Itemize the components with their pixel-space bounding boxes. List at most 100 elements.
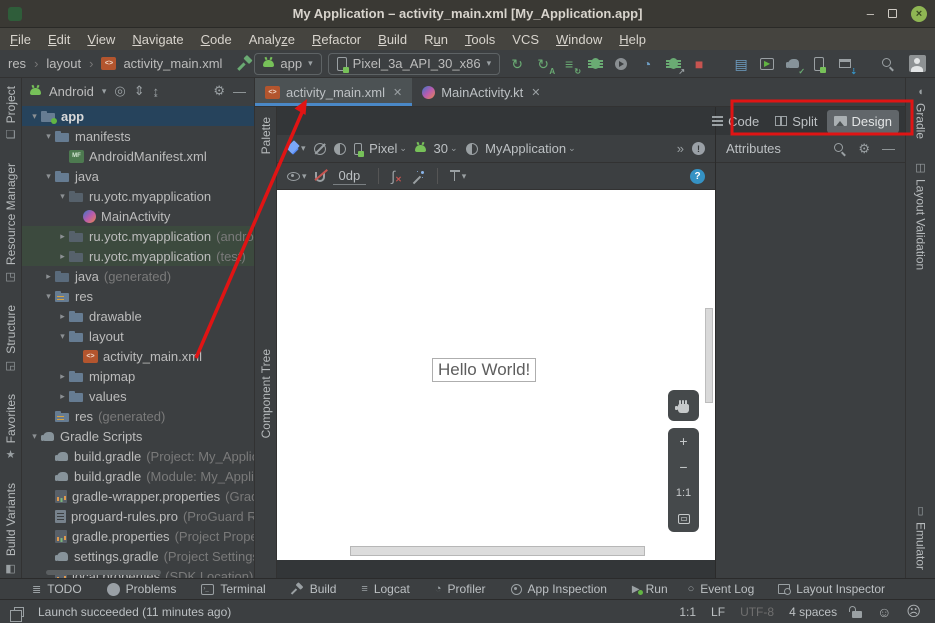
api-level-menu[interactable]: 30⌄ <box>415 141 458 156</box>
avd-manager-button[interactable]: ▶ <box>756 53 778 75</box>
help-icon[interactable]: ? <box>690 169 705 184</box>
project-view-selector[interactable]: Android <box>49 84 94 99</box>
tree-row[interactable]: gradle-wrapper.properties (Gradle Versio… <box>22 486 254 506</box>
tool-tab-layout-validation[interactable]: ◫ Layout Validation <box>914 161 928 270</box>
tree-chevron[interactable]: ▾ <box>42 131 55 142</box>
tool-tab-favorites[interactable]: Favorites ★ <box>4 394 18 461</box>
hide-panel-button[interactable]: — <box>882 141 895 156</box>
app-inspection-tab[interactable]: App Inspection <box>511 582 607 596</box>
close-tab-icon[interactable]: ✕ <box>393 86 402 99</box>
menu-item[interactable]: Navigate <box>132 32 183 47</box>
tree-row[interactable]: ▾ ru.yotc.myapplication <box>22 186 254 206</box>
night-mode-button[interactable] <box>334 143 346 155</box>
pan-button[interactable] <box>668 390 699 421</box>
theme-menu[interactable]: MyApplication⌄ <box>466 141 576 156</box>
event-log-button[interactable]: ○ Event Log <box>688 582 755 596</box>
menu-item[interactable]: Window <box>556 32 602 47</box>
restore-button[interactable] <box>888 9 897 18</box>
layers-button[interactable]: ▾ <box>287 143 306 155</box>
status-indicator[interactable]: LF <box>711 605 725 619</box>
tree-row[interactable]: build.gradle (Project: My_Application) <box>22 446 254 466</box>
tree-row[interactable]: ▾ app <box>22 106 254 126</box>
status-indicator[interactable]: 4 spaces <box>789 605 837 619</box>
component-tree-tab[interactable]: Component Tree <box>259 349 273 438</box>
errors-warnings-icon[interactable] <box>692 142 705 155</box>
menu-item[interactable]: Refactor <box>312 32 361 47</box>
settings-gear-icon[interactable]: ⚙ <box>213 83 225 99</box>
menu-item[interactable]: Build <box>378 32 407 47</box>
layout-inspector-button[interactable]: Layout Inspector <box>778 582 885 596</box>
tree-row[interactable]: settings.gradle (Project Settings) <box>22 546 254 566</box>
logcat-tab[interactable]: ≡ Logcat <box>361 582 409 596</box>
infer-constraints-button[interactable] <box>412 170 425 183</box>
device-menu[interactable]: Pixel⌄ <box>354 141 407 156</box>
tree-row[interactable]: ▾ res <box>22 286 254 306</box>
tree-chevron[interactable]: ▸ <box>56 231 69 242</box>
tree-chevron[interactable]: ▾ <box>56 191 69 202</box>
tree-chevron[interactable]: ▸ <box>56 371 69 382</box>
attach-debugger-button[interactable]: ↗ <box>662 53 684 75</box>
lock-icon[interactable] <box>852 611 862 618</box>
menu-item[interactable]: Edit <box>48 32 70 47</box>
zoom-reset-button[interactable]: 1:1 <box>668 480 699 506</box>
device-manager-button[interactable] <box>808 53 830 75</box>
search-everywhere-button[interactable] <box>876 53 898 75</box>
tree-chevron[interactable]: ▾ <box>28 431 41 442</box>
menu-item[interactable]: Analyze <box>249 32 295 47</box>
problems-tab[interactable]: Problems <box>107 582 177 596</box>
zoom-in-button[interactable]: + <box>668 428 699 454</box>
clear-constraints-button[interactable]: ∫✕ <box>391 168 404 184</box>
profile-button[interactable] <box>610 53 632 75</box>
status-indicator[interactable]: UTF-8 <box>740 605 774 619</box>
zoom-to-fit-button[interactable] <box>668 506 699 532</box>
tree-chevron[interactable]: ▾ <box>42 171 55 182</box>
tree-row[interactable]: ▾ Gradle Scripts <box>22 426 254 446</box>
stop-button[interactable]: ■ <box>688 53 710 75</box>
view-options-button[interactable]: ▾ <box>287 171 307 182</box>
tree-chevron[interactable]: ▾ <box>42 291 55 302</box>
tab-mainactivity-kt[interactable]: MainActivity.kt ✕ <box>412 78 550 106</box>
menu-item[interactable]: Tools <box>465 32 495 47</box>
todo-tab[interactable]: ≣ TODO <box>32 582 82 596</box>
breadcrumb-res[interactable]: res <box>8 56 26 71</box>
project-tree-hscrollbar[interactable] <box>46 570 161 575</box>
settings-gear-icon[interactable]: ⚙ <box>858 141 870 157</box>
tree-row[interactable]: proguard-rules.pro (ProGuard Rules for a… <box>22 506 254 526</box>
expand-all-button[interactable]: ⇕ <box>134 83 145 99</box>
canvas-vscrollbar[interactable] <box>705 308 713 403</box>
tree-row[interactable]: activity_main.xml <box>22 346 254 366</box>
apply-code-changes-button[interactable]: ≡↻ <box>558 53 580 75</box>
pack-button[interactable]: ▾ <box>450 170 467 182</box>
tree-row[interactable]: ▸ mipmap <box>22 366 254 386</box>
menu-item[interactable]: Help <box>619 32 646 47</box>
device-selector[interactable]: Pixel_3a_API_30_x86 ▾ <box>328 53 500 75</box>
close-button[interactable]: × <box>911 6 927 22</box>
sad-face-icon[interactable]: ☹ <box>906 603 921 620</box>
tree-row[interactable]: ▸ drawable <box>22 306 254 326</box>
tool-tab-build-variants[interactable]: Build Variants ◧ <box>4 483 18 574</box>
terminal-tab[interactable]: Terminal <box>201 582 265 596</box>
rerun-button[interactable]: ↻ <box>506 53 528 75</box>
mode-split[interactable]: Split <box>768 110 824 133</box>
breadcrumb-layout[interactable]: layout <box>46 56 81 71</box>
tool-tab-project[interactable]: Project ❏ <box>4 86 18 141</box>
more-actions-chevrons[interactable]: » <box>677 141 684 156</box>
device-file-explorer-button[interactable]: ▤ <box>730 53 752 75</box>
locate-file-button[interactable]: ◎ <box>114 83 125 99</box>
build-tab[interactable]: Build <box>291 582 337 596</box>
search-icon[interactable] <box>833 142 846 155</box>
tree-chevron[interactable]: ▸ <box>56 391 69 402</box>
sync-project-gradle-button[interactable]: ✓ <box>782 53 804 75</box>
tool-tab-structure[interactable]: Structure ◲ <box>4 305 18 372</box>
tree-row[interactable]: AndroidManifest.xml <box>22 146 254 166</box>
collapse-all-button[interactable]: ↨ <box>153 84 160 99</box>
tree-row[interactable]: MainActivity <box>22 206 254 226</box>
autoconnect-button[interactable] <box>315 170 325 182</box>
design-canvas[interactable]: Hello World! + − 1:1 <box>277 190 715 578</box>
tree-chevron[interactable]: ▸ <box>56 311 69 322</box>
tab-activity-main-xml[interactable]: activity_main.xml ✕ <box>255 78 412 106</box>
tool-tab-gradle[interactable]: ◖ Gradle <box>914 86 928 139</box>
sdk-manager-button[interactable]: ⇣ <box>834 53 856 75</box>
tree-row[interactable]: gradle.properties (Project Properties) <box>22 526 254 546</box>
tree-row[interactable]: ▸ ru.yotc.myapplication (test) <box>22 246 254 266</box>
